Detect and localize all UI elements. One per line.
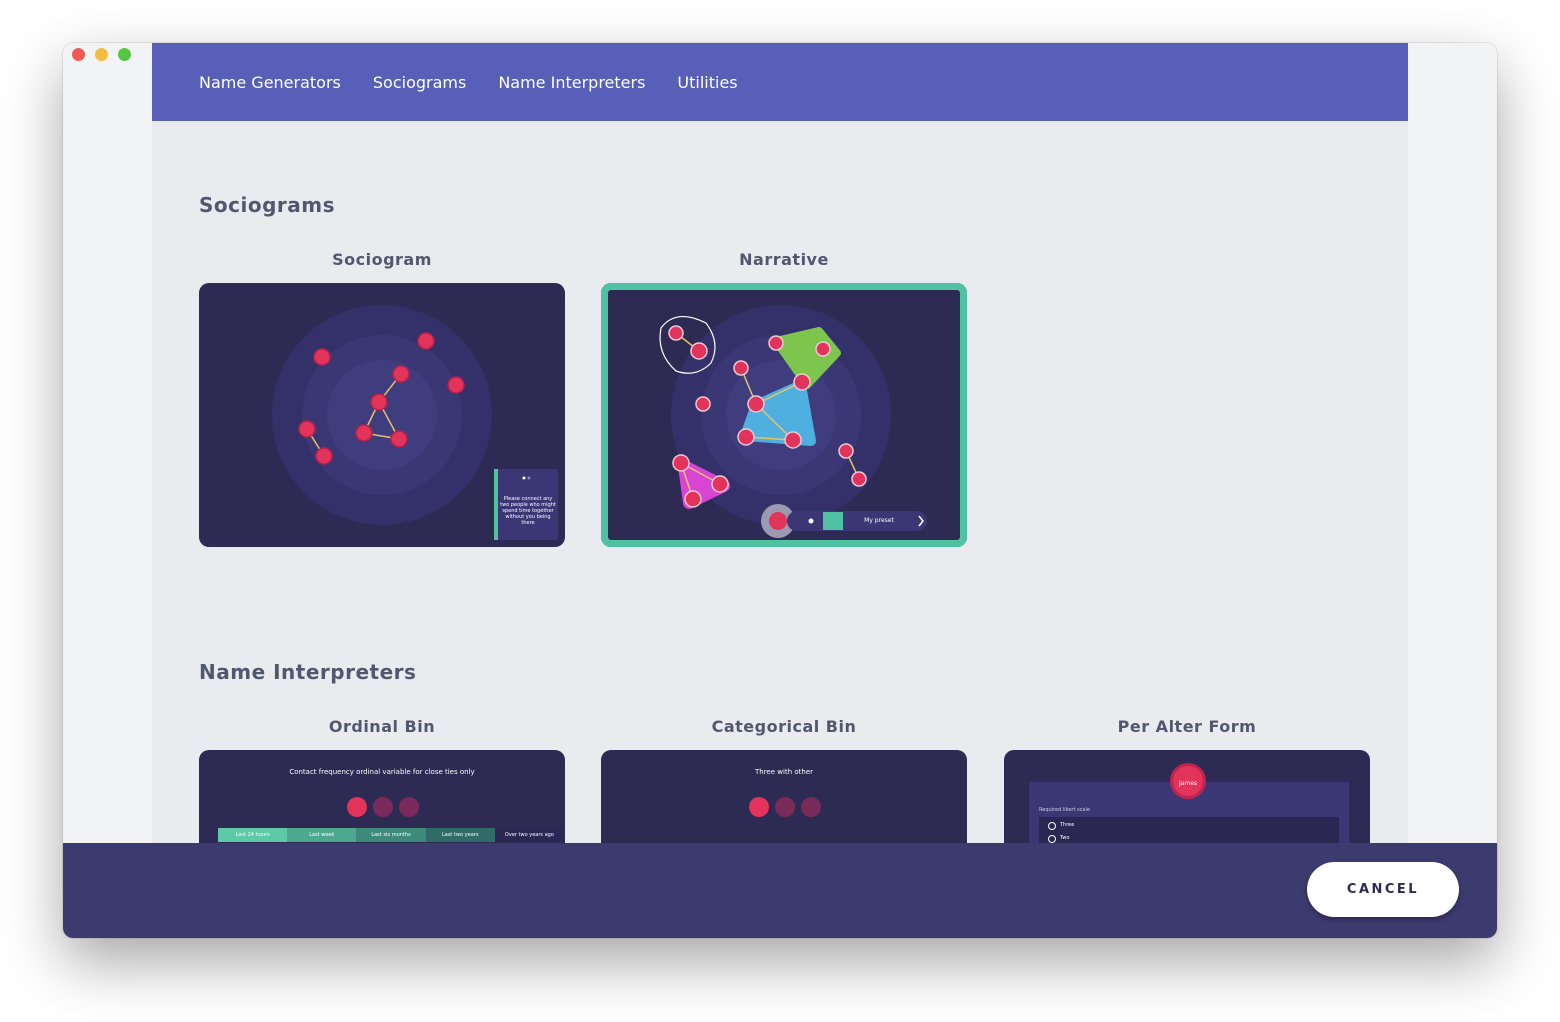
sociogram-prompt-text: Please connect any two people who might … xyxy=(500,496,556,526)
category-nav: Name Generators Sociograms Name Interpre… xyxy=(152,43,1408,121)
card-label-per-alter-form: Per Alter Form xyxy=(1117,717,1257,736)
narrative-preset-label: My preset xyxy=(864,517,894,524)
card-label-narrative: Narrative xyxy=(739,250,829,269)
alter-form-field-label: Required likert scale xyxy=(1039,807,1090,813)
cancel-button[interactable]: CANCEL xyxy=(1307,862,1459,917)
radio-option xyxy=(1048,822,1056,830)
close-window-button[interactable] xyxy=(72,48,85,61)
card-label-categorical-bin: Categorical Bin xyxy=(711,717,857,736)
alter-name: James xyxy=(1178,780,1198,787)
maximize-window-button[interactable] xyxy=(118,48,131,61)
nav-item-name-interpreters[interactable]: Name Interpreters xyxy=(498,73,645,92)
radio-option-label: Two xyxy=(1060,835,1070,841)
ordinal-bin: Last six months xyxy=(356,828,426,842)
minimize-window-button[interactable] xyxy=(95,48,108,61)
stage-card-sociogram[interactable]: Please connect any two people who might … xyxy=(199,283,565,547)
stage-picker-panel: Name Generators Sociograms Name Interpre… xyxy=(152,43,1408,843)
alter-form-options-box xyxy=(1039,817,1339,843)
categorical-nodes xyxy=(749,797,821,817)
radio-option-label: Three xyxy=(1060,822,1075,828)
nav-item-utilities[interactable]: Utilities xyxy=(677,73,737,92)
section-title-sociograms: Sociograms xyxy=(199,193,336,217)
window-controls xyxy=(72,48,131,61)
narrative-preview xyxy=(659,305,927,538)
stage-card-ordinal-bin[interactable]: Contact frequency ordinal variable for c… xyxy=(199,750,565,843)
ordinal-bin: Last week xyxy=(287,828,357,842)
section-title-name-interpreters: Name Interpreters xyxy=(199,660,417,684)
ordinal-bin: Over two years ago xyxy=(494,828,565,842)
nav-item-sociograms[interactable]: Sociograms xyxy=(373,73,466,92)
ordinal-bin: Last 24 hours xyxy=(218,828,288,842)
stage-card-categorical-bin[interactable]: Three with other xyxy=(601,750,967,843)
nav-item-name-generators[interactable]: Name Generators xyxy=(199,73,341,92)
stage-card-per-alter-form[interactable]: James Required likert scale Three Two xyxy=(1004,750,1370,843)
app-window: Name Generators Sociograms Name Interpre… xyxy=(63,43,1497,938)
dialog-footer: CANCEL xyxy=(63,843,1497,938)
card-label-ordinal-bin: Ordinal Bin xyxy=(328,717,436,736)
ordinal-bin: Last two years xyxy=(425,828,495,842)
card-label-sociogram: Sociogram xyxy=(332,250,432,269)
stage-card-narrative[interactable]: My preset xyxy=(601,283,967,547)
radio-option xyxy=(1048,835,1056,843)
ordinal-bins: Last 24 hours Last week Last six months … xyxy=(218,828,565,842)
